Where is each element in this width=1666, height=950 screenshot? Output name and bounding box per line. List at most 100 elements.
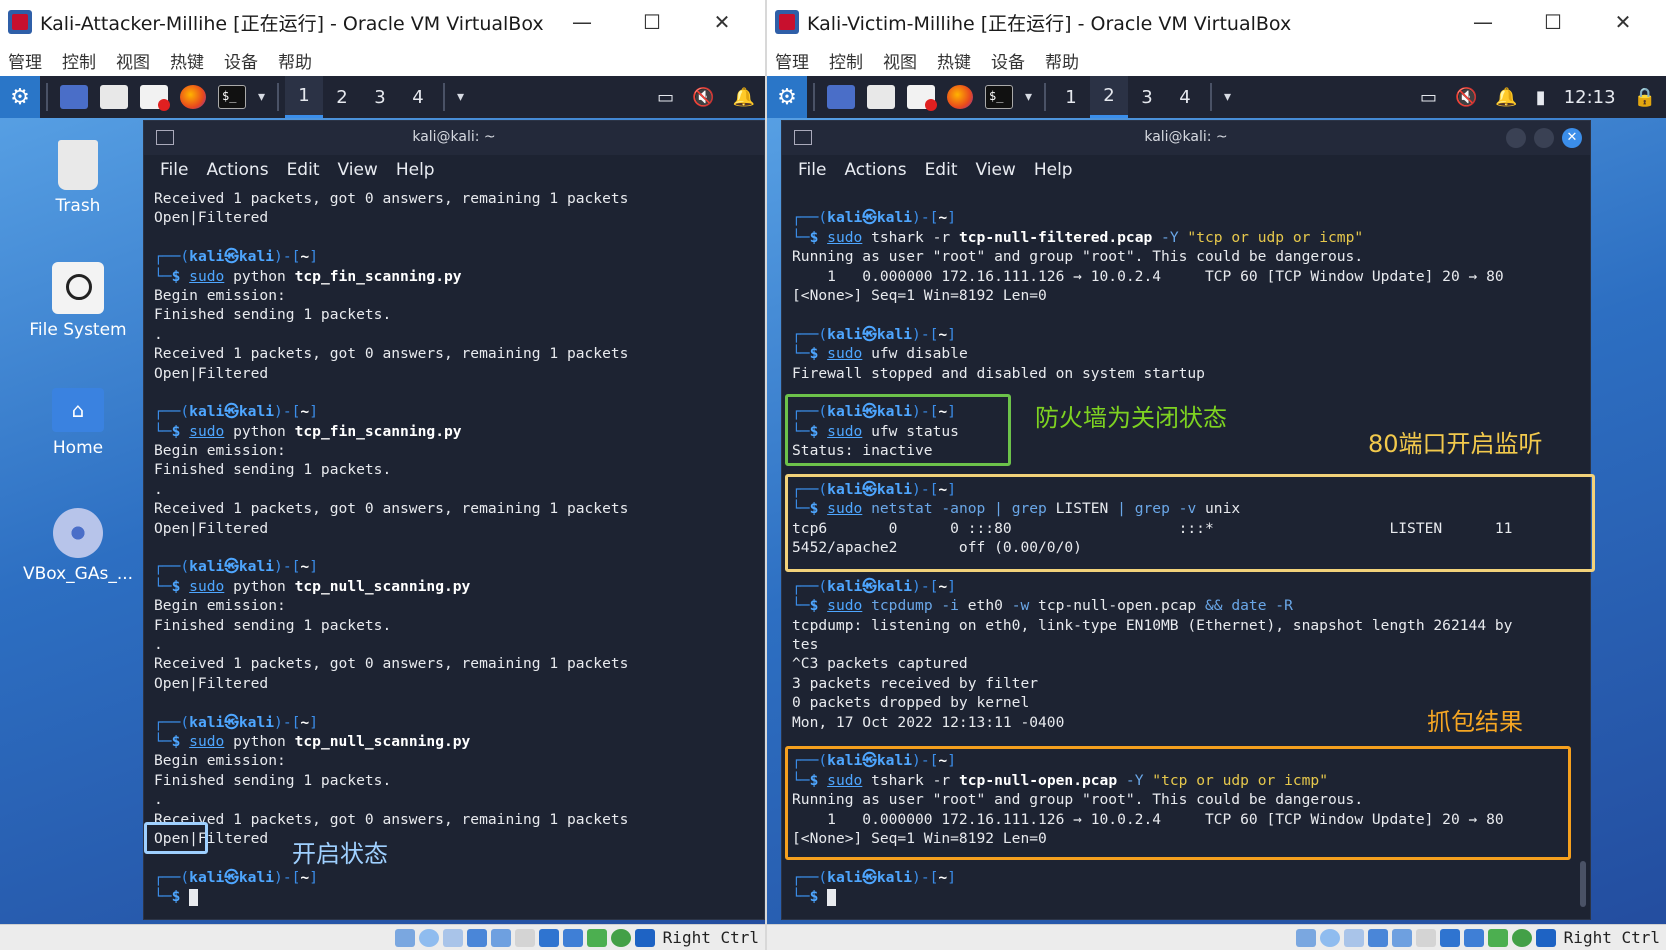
shared-folder-icon[interactable]: [514, 928, 535, 947]
mute-icon[interactable]: 🔇: [692, 87, 714, 108]
show-desktop-icon[interactable]: [827, 85, 855, 109]
hdd-icon[interactable]: [1295, 928, 1316, 947]
panel-clock[interactable]: 12:13: [1564, 87, 1616, 108]
terminal-titlebar[interactable]: kali@kali: ~: [144, 121, 764, 155]
optical-icon[interactable]: [418, 928, 439, 947]
chevron-down-icon[interactable]: ▾: [1025, 89, 1032, 105]
screen-icon[interactable]: ▭: [1420, 87, 1437, 108]
file-manager-icon[interactable]: [100, 85, 128, 109]
bell-icon[interactable]: 🔔: [733, 87, 755, 108]
keyboard-icon[interactable]: [1535, 928, 1556, 947]
output-text: Begin emission:: [154, 752, 286, 770]
minimize-button[interactable]: [1506, 128, 1526, 148]
mouse-integration-icon[interactable]: [1511, 928, 1532, 947]
workspace-2[interactable]: 2: [1090, 76, 1129, 118]
kali-menu-icon[interactable]: ⚙: [0, 76, 40, 118]
menu-view[interactable]: View: [975, 160, 1015, 180]
scrollbar[interactable]: [1580, 861, 1586, 907]
menu-control[interactable]: 控制: [62, 48, 96, 73]
menu-hotkeys[interactable]: 热键: [170, 48, 204, 73]
menu-devices[interactable]: 设备: [224, 48, 258, 73]
recording-icon[interactable]: [1463, 928, 1484, 947]
chevron-down-icon[interactable]: ▾: [1224, 89, 1231, 105]
menu-manage[interactable]: 管理: [8, 48, 42, 73]
optical-icon[interactable]: [1319, 928, 1340, 947]
audio-icon[interactable]: [442, 928, 463, 947]
keyboard-icon[interactable]: [634, 928, 655, 947]
display-icon[interactable]: [538, 928, 559, 947]
desktop-icon-home[interactable]: ⌂ Home: [18, 388, 138, 458]
close-icon[interactable]: ✕: [1562, 128, 1582, 148]
close-button[interactable]: ✕: [687, 0, 757, 44]
menu-edit[interactable]: Edit: [287, 160, 320, 180]
title-bar[interactable]: Kali-Attacker-Millihe [正在运行] - Oracle VM…: [0, 0, 765, 44]
close-button[interactable]: ✕: [1588, 0, 1658, 44]
network-icon[interactable]: [466, 928, 487, 947]
menu-edit[interactable]: Edit: [925, 160, 958, 180]
mouse-integration-icon[interactable]: [610, 928, 631, 947]
workspace-3[interactable]: 3: [361, 76, 399, 118]
workspace-4[interactable]: 4: [399, 76, 437, 118]
network-icon[interactable]: [1367, 928, 1388, 947]
file-manager-icon[interactable]: [867, 85, 895, 109]
lock-icon[interactable]: 🔒: [1634, 87, 1656, 108]
terminal-titlebar[interactable]: kali@kali: ~ ✕: [782, 121, 1590, 155]
chevron-down-icon[interactable]: ▾: [457, 89, 464, 105]
menu-help[interactable]: 帮助: [1045, 48, 1079, 73]
maximize-button[interactable]: ☐: [1518, 0, 1588, 44]
workspace-4[interactable]: 4: [1166, 76, 1204, 118]
menu-file[interactable]: File: [798, 160, 826, 180]
prompt-dir: ~: [300, 868, 310, 886]
menu-help[interactable]: Help: [1034, 160, 1073, 180]
menu-manage[interactable]: 管理: [775, 48, 809, 73]
maximize-button[interactable]: [1534, 128, 1554, 148]
desktop-icon-filesystem[interactable]: File System: [18, 262, 138, 340]
desktop-icon-trash[interactable]: Trash: [18, 140, 138, 216]
menu-file[interactable]: File: [160, 160, 188, 180]
mute-icon[interactable]: 🔇: [1455, 87, 1477, 108]
bell-icon[interactable]: 🔔: [1495, 87, 1517, 108]
kali-menu-icon[interactable]: ⚙: [767, 76, 807, 118]
menu-help[interactable]: Help: [396, 160, 435, 180]
workspace-1[interactable]: 1: [285, 76, 324, 118]
menu-view[interactable]: 视图: [116, 48, 150, 73]
text-editor-icon[interactable]: [140, 85, 170, 111]
firefox-icon[interactable]: [180, 85, 206, 109]
display-icon[interactable]: [1439, 928, 1460, 947]
screen-icon[interactable]: ▭: [657, 87, 674, 108]
menu-actions[interactable]: Actions: [206, 160, 268, 180]
menu-help[interactable]: 帮助: [278, 48, 312, 73]
menu-view[interactable]: View: [337, 160, 377, 180]
usb-icon[interactable]: [490, 928, 511, 947]
text-editor-icon[interactable]: [907, 85, 937, 111]
shared-folder-icon[interactable]: [1415, 928, 1436, 947]
chevron-down-icon[interactable]: ▾: [258, 89, 265, 105]
terminal-output[interactable]: Received 1 packets, got 0 answers, remai…: [144, 185, 764, 910]
terminal-window[interactable]: kali@kali: ~ File Actions Edit View Help…: [143, 120, 765, 920]
menu-control[interactable]: 控制: [829, 48, 863, 73]
menu-actions[interactable]: Actions: [844, 160, 906, 180]
hdd-icon[interactable]: [394, 928, 415, 947]
prompt-symbol: $: [809, 597, 828, 615]
show-desktop-icon[interactable]: [60, 85, 88, 109]
battery-icon[interactable]: ▮: [1536, 87, 1546, 108]
maximize-button[interactable]: ☐: [617, 0, 687, 44]
menu-hotkeys[interactable]: 热键: [937, 48, 971, 73]
title-bar[interactable]: Kali-Victim-Millihe [正在运行] - Oracle VM V…: [767, 0, 1666, 44]
workspace-2[interactable]: 2: [323, 76, 361, 118]
menu-devices[interactable]: 设备: [991, 48, 1025, 73]
audio-icon[interactable]: [1343, 928, 1364, 947]
workspace-1[interactable]: 1: [1052, 76, 1090, 118]
minimize-button[interactable]: —: [547, 0, 617, 44]
desktop-icon-vbox-ga[interactable]: VBox_GAs_...: [18, 508, 138, 584]
firefox-icon[interactable]: [947, 85, 973, 109]
cpu-icon[interactable]: [586, 928, 607, 947]
menu-view[interactable]: 视图: [883, 48, 917, 73]
terminal-icon[interactable]: $_: [218, 85, 246, 109]
usb-icon[interactable]: [1391, 928, 1412, 947]
minimize-button[interactable]: —: [1448, 0, 1518, 44]
cpu-icon[interactable]: [1487, 928, 1508, 947]
recording-icon[interactable]: [562, 928, 583, 947]
workspace-3[interactable]: 3: [1128, 76, 1166, 118]
terminal-icon[interactable]: $_: [985, 85, 1013, 109]
